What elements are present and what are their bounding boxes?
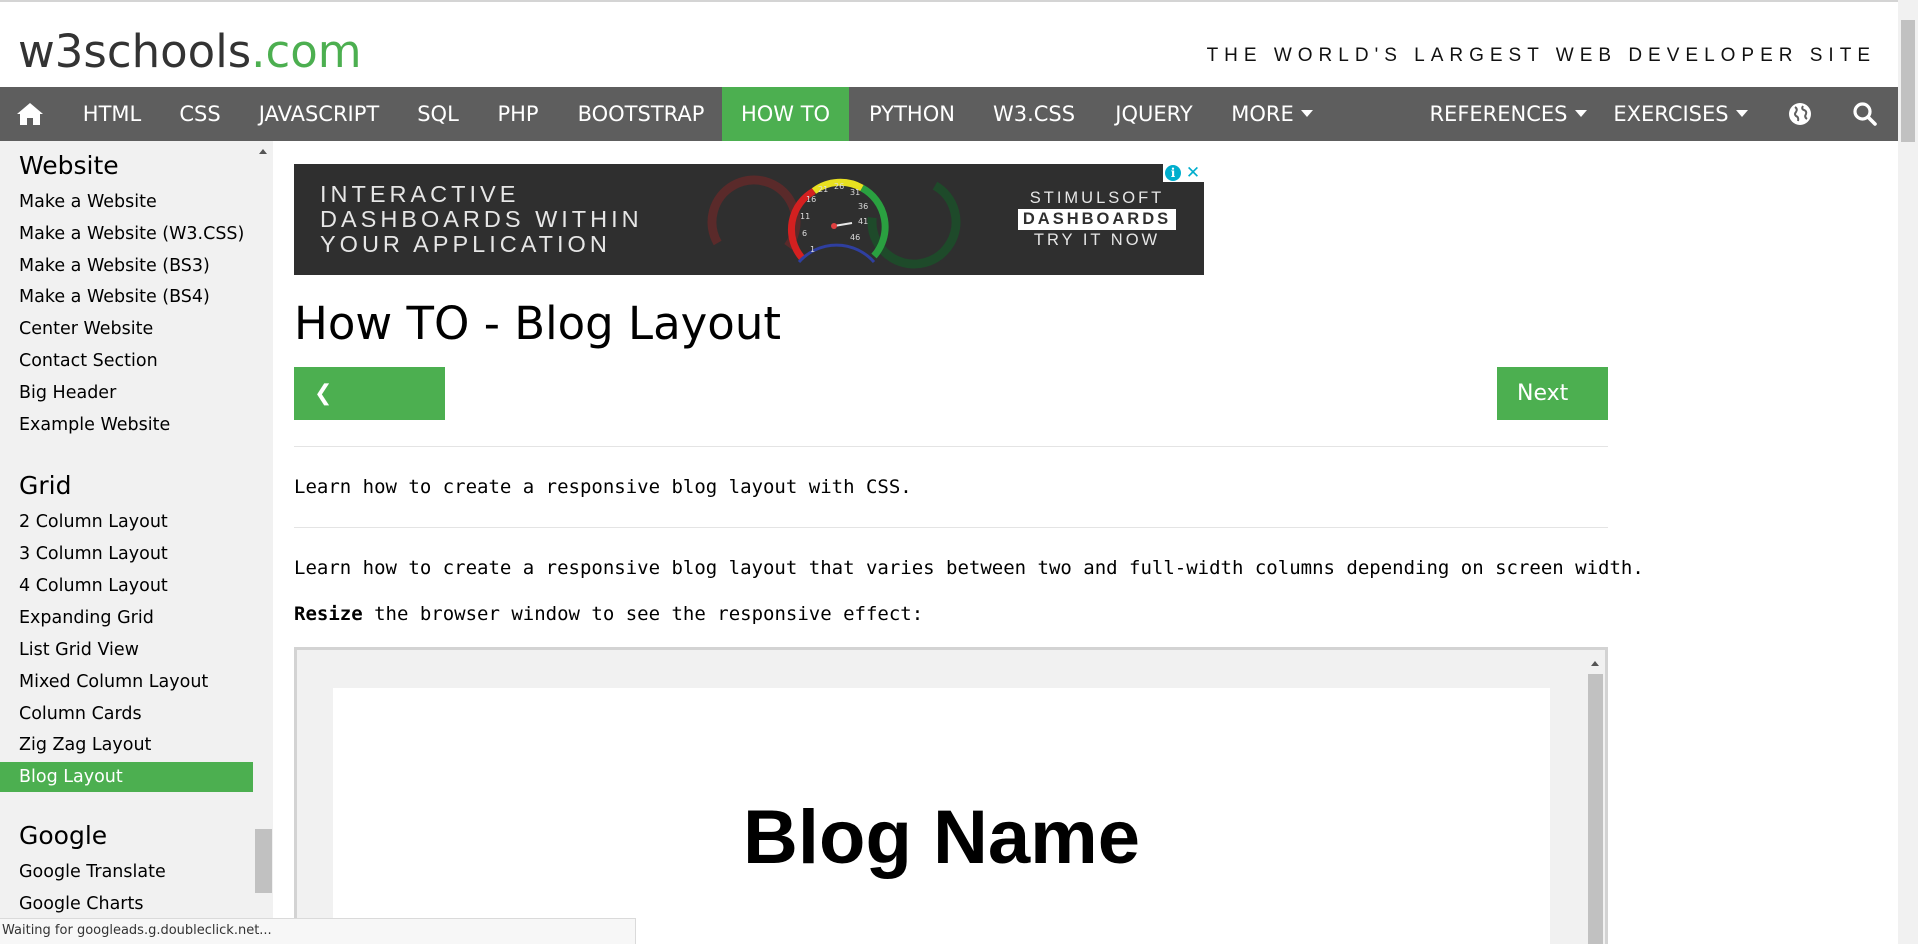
ad-headline-line2: DASHBOARDS WITHIN: [320, 206, 643, 232]
home-icon: [17, 103, 43, 125]
nav-item-css[interactable]: CSS: [162, 87, 238, 141]
gauge-tick: 31: [850, 188, 860, 197]
sidebar-link-blog-layout[interactable]: Blog Layout: [0, 762, 253, 792]
page-scrollbar-thumb[interactable]: [1901, 20, 1915, 142]
exercises-label: EXERCISES: [1613, 102, 1729, 126]
nav-item-html[interactable]: HTML: [62, 87, 162, 141]
sidebar-scrollbar-thumb[interactable]: [255, 829, 272, 893]
nav-home-button[interactable]: [0, 87, 62, 141]
demo-scrollbar-thumb[interactable]: [1588, 674, 1603, 944]
site-tagline: THE WORLD'S LARGEST WEB DEVELOPER SITE: [1206, 45, 1876, 66]
chevron-down-icon: [1574, 109, 1587, 117]
divider: [294, 527, 1608, 528]
gauge-tick: 6: [802, 229, 807, 238]
ad-headline-line1: INTERACTIVE: [320, 181, 520, 207]
logo-suffix: .com: [251, 25, 362, 78]
window-top-border: [0, 0, 1918, 2]
sidebar-heading-website: Website: [19, 151, 119, 180]
nav-search-button[interactable]: [1838, 87, 1892, 141]
sidebar-link-mixed-column-layout[interactable]: Mixed Column Layout: [0, 667, 253, 697]
sidebar-heading-google: Google: [19, 821, 108, 850]
site-logo[interactable]: w3schools.com: [18, 22, 362, 82]
sidebar-link-make-a-website-bs3[interactable]: Make a Website (BS3): [0, 251, 253, 281]
nav-item-w3css[interactable]: W3.CSS: [975, 87, 1093, 141]
gauge-tick: 1: [810, 245, 815, 254]
gauge-tick: 16: [806, 195, 816, 204]
nav-item-more[interactable]: MORE: [1215, 87, 1329, 141]
gauge-tick: 46: [850, 233, 860, 242]
nav-item-sql[interactable]: SQL: [400, 87, 476, 141]
sidebar-link-make-a-website-w3css[interactable]: Make a Website (W3.CSS): [0, 219, 253, 249]
ad-brand: STIMULSOFT: [1029, 189, 1165, 207]
sidebar-link-center-website[interactable]: Center Website: [0, 314, 253, 344]
gauge-tick: 21: [818, 185, 828, 194]
previous-button[interactable]: ❮ Previous: [294, 367, 445, 459]
ad-headline: INTERACTIVE DASHBOARDS WITHIN YOUR APPLI…: [320, 182, 643, 257]
resize-rest: the browser window to see the responsive…: [362, 603, 924, 625]
nav-translate-button[interactable]: [1773, 87, 1827, 141]
demo-page: Blog Name: [333, 688, 1550, 944]
sidebar-link-make-a-website-bs4[interactable]: Make a Website (BS4): [0, 282, 253, 312]
sidebar-link-contact-section[interactable]: Contact Section: [0, 346, 253, 376]
description-text: Learn how to create a responsive blog la…: [294, 557, 1644, 579]
sidebar-link-2-column-layout[interactable]: 2 Column Layout: [0, 507, 253, 537]
demo-frame[interactable]: Blog Name: [294, 647, 1608, 944]
chevron-down-icon: [1300, 109, 1313, 117]
sidebar-link-google-charts[interactable]: Google Charts: [0, 889, 253, 919]
top-navigation: HTML CSS JAVASCRIPT SQL PHP BOOTSTRAP HO…: [0, 87, 1898, 141]
gauge-tick: 36: [858, 202, 868, 211]
logo-main: w3schools: [18, 25, 252, 78]
references-label: REFERENCES: [1429, 102, 1568, 126]
nav-item-exercises[interactable]: EXERCISES: [1603, 87, 1758, 141]
sidebar-link-3-column-layout[interactable]: 3 Column Layout: [0, 539, 253, 569]
nav-item-bootstrap[interactable]: BOOTSTRAP: [560, 87, 722, 141]
demo-blog-name: Blog Name: [743, 795, 1140, 880]
sidebar-link-zig-zag-layout[interactable]: Zig Zag Layout: [0, 730, 253, 760]
nav-item-javascript[interactable]: JAVASCRIPT: [238, 87, 400, 141]
intro-text: Learn how to create a responsive blog la…: [294, 476, 912, 498]
sidebar-heading-grid: Grid: [19, 471, 72, 500]
next-button[interactable]: Next ❯: [1497, 367, 1608, 459]
sidebar-scrollbar[interactable]: [254, 141, 273, 944]
nav-item-references[interactable]: REFERENCES: [1415, 87, 1601, 141]
resize-instruction: Resize the browser window to see the res…: [294, 602, 923, 626]
sidebar-link-list-grid-view[interactable]: List Grid View: [0, 635, 253, 665]
sidebar-link-big-header[interactable]: Big Header: [0, 378, 253, 408]
sidebar-link-google-translate[interactable]: Google Translate: [0, 857, 253, 887]
ad-gauge-graphic: 16 21 26 31 36 41 46 11 6 1: [707, 175, 961, 269]
sidebar-link-column-cards[interactable]: Column Cards: [0, 699, 253, 729]
sidebar-link-4-column-layout[interactable]: 4 Column Layout: [0, 571, 253, 601]
globe-icon: [1789, 103, 1811, 125]
ad-info-icon[interactable]: i: [1165, 165, 1181, 181]
advertisement-banner[interactable]: INTERACTIVE DASHBOARDS WITHIN YOUR APPLI…: [294, 164, 1204, 275]
nav-item-php[interactable]: PHP: [476, 87, 560, 141]
ad-headline-line3: YOUR APPLICATION: [320, 231, 611, 257]
nav-item-python[interactable]: PYTHON: [849, 87, 975, 141]
more-label: MORE: [1231, 102, 1294, 126]
nav-item-jquery[interactable]: JQUERY: [1093, 87, 1215, 141]
ad-product: DASHBOARDS: [1017, 209, 1177, 230]
sidebar-link-example-website[interactable]: Example Website: [0, 410, 253, 440]
browser-status-bar: Waiting for googleads.g.doubleclick.net.…: [0, 918, 636, 944]
sidebar-link-expanding-grid[interactable]: Expanding Grid: [0, 603, 253, 633]
scroll-up-arrow-icon[interactable]: [259, 149, 267, 154]
ad-cta[interactable]: STIMULSOFT DASHBOARDS TRY IT NOW: [1014, 188, 1180, 251]
sidebar-link-make-a-website[interactable]: Make a Website: [0, 187, 253, 217]
scroll-up-arrow-icon[interactable]: [1591, 661, 1599, 666]
resize-bold: Resize: [294, 603, 363, 625]
ad-close-icon[interactable]: ✕: [1184, 164, 1202, 182]
page-scrollbar[interactable]: [1898, 0, 1918, 944]
gauge-tick: 26: [834, 182, 844, 191]
sidebar: Website Make a Website Make a Website (W…: [0, 141, 273, 944]
demo-scrollbar[interactable]: [1586, 650, 1605, 944]
gauge-tick: 41: [858, 217, 868, 226]
chevron-down-icon: [1735, 109, 1748, 117]
gauge-tick: 11: [800, 212, 810, 221]
search-icon: [1853, 102, 1877, 126]
divider: [294, 446, 1608, 447]
nav-item-how-to[interactable]: HOW TO: [722, 87, 849, 141]
page-title: How TO - Blog Layout: [294, 297, 781, 350]
ad-try-now: TRY IT NOW: [1033, 231, 1161, 249]
